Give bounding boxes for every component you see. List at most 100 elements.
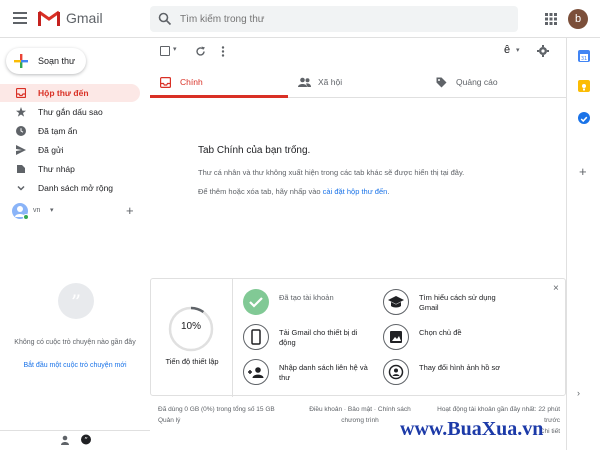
select-all-checkbox[interactable] [160, 46, 170, 56]
task-choose-theme[interactable]: Chọn chủ đề [383, 322, 513, 352]
hint-suffix: . [387, 187, 390, 196]
close-icon[interactable]: × [553, 283, 559, 294]
search-bar[interactable] [150, 6, 518, 32]
mail-toolbar: ▾ ê ▾ [150, 38, 566, 66]
setup-progress-card: 10% Tiến độ thiết lập Đã tạo tài khoản T… [150, 278, 566, 397]
progress-percent: 10% [180, 321, 201, 332]
main-menu-icon[interactable] [13, 12, 27, 24]
tab-primary[interactable]: Chính [150, 66, 288, 98]
calendar-icon[interactable]: 31 [578, 50, 590, 62]
task-label: Chọn chủ đề [419, 328, 462, 337]
sidebar-item-label: Danh sách mở rộng [38, 183, 114, 193]
sidebar-item-label: Thư nháp [38, 164, 75, 174]
hangouts-user[interactable]: vn ▾ + [12, 203, 142, 221]
storage-info: Đã dùng 0 GB (0%) trong tổng số 15 GB Qu… [158, 404, 298, 426]
apps-grid-icon[interactable] [545, 13, 557, 25]
add-addon-icon[interactable]: + [579, 164, 587, 179]
search-icon[interactable] [158, 12, 172, 26]
top-bar: Gmail b [0, 0, 600, 38]
progress-label: Tiến độ thiết lập [165, 357, 219, 366]
hangouts-username: vn [33, 207, 41, 214]
chevron-down-icon [17, 185, 25, 191]
compose-label: Soạn thư [38, 56, 76, 66]
account-avatar[interactable]: b [568, 9, 588, 29]
keep-icon[interactable] [578, 80, 590, 92]
caret-down-icon[interactable]: ▾ [50, 206, 54, 214]
tag-icon [436, 77, 447, 88]
profile-icon [383, 359, 409, 385]
progress-area: 10% Tiến độ thiết lập [151, 279, 233, 397]
search-input[interactable] [180, 10, 500, 28]
sidebar-item-label: Đã gửi [38, 145, 64, 155]
task-label: Tìm hiểu cách sử dụng Gmail [419, 293, 496, 312]
phone-icon [243, 324, 269, 350]
start-chat-link[interactable]: Bắt đầu một cuộc trò chuyện mới [10, 362, 140, 369]
people-icon [298, 77, 311, 87]
sidebar-item-drafts[interactable]: Thư nháp [0, 160, 140, 178]
empty-tab-hint: Để thêm hoặc xóa tab, hãy nhấp vào cài đ… [198, 187, 389, 196]
empty-tab-description: Thư cá nhân và thư không xuất hiện trong… [198, 168, 465, 177]
sidebar-item-label: Thư gắn dấu sao [38, 107, 103, 117]
chat-bubble-icon: ” [58, 283, 94, 319]
main-content: ▾ ê ▾ Chính Xã hội Quảng cáo Tab Chính c… [150, 38, 566, 450]
gmail-logo-icon[interactable] [38, 10, 60, 26]
task-learn-gmail[interactable]: Tìm hiểu cách sử dụng Gmail [383, 287, 513, 317]
app-name: Gmail [66, 10, 103, 26]
plus-icon [14, 54, 28, 68]
task-label: Đã tạo tài khoản [279, 293, 334, 302]
sidebar-item-more[interactable]: Danh sách mở rộng [0, 179, 140, 197]
refresh-icon[interactable] [195, 46, 206, 57]
task-label: Thay đổi hình ảnh hồ sơ [419, 363, 501, 372]
add-chat-icon[interactable]: + [126, 203, 134, 218]
add-person-icon [243, 359, 269, 385]
manage-storage-link[interactable]: Quản lý [158, 417, 180, 424]
side-panel: 31 + › [566, 38, 600, 450]
person-icon[interactable] [60, 435, 70, 445]
watermark: www.BuaXua.vn [400, 418, 544, 440]
more-options-icon[interactable] [221, 46, 225, 57]
inbox-tab-icon [160, 77, 171, 88]
select-dropdown-icon[interactable]: ▾ [173, 45, 177, 53]
category-tabs: Chính Xã hội Quảng cáo [150, 66, 566, 98]
task-mobile-app[interactable]: Tải Gmail cho thiết bị di động [243, 322, 373, 352]
no-chats-text: Không có cuộc trò chuyện nào gần đây [14, 339, 136, 346]
sidebar-bottom-tabs: ” [0, 430, 150, 450]
task-import-contacts[interactable]: Nhập danh sách liên hệ và thư [243, 357, 373, 387]
compose-button[interactable]: Soạn thư [6, 48, 86, 74]
inbox-icon [16, 88, 26, 98]
tab-label: Quảng cáo [456, 77, 498, 87]
task-label: Tải Gmail cho thiết bị di động [279, 328, 358, 347]
tab-label: Xã hội [318, 77, 343, 87]
hangouts-icon[interactable]: ” [80, 434, 92, 446]
sidebar: Soạn thư Hộp thư đến Thư gắn dấu sao Đã … [0, 38, 150, 450]
storage-text: Đã dùng 0 GB (0%) trong tổng số 15 GB [158, 406, 275, 413]
sidebar-item-label: Đã tạm ẩn [38, 126, 78, 136]
task-label: Nhập danh sách liên hệ và thư [279, 363, 368, 382]
star-icon [16, 107, 26, 117]
input-tools-button[interactable]: ê [504, 44, 510, 56]
tab-social[interactable]: Xã hội [288, 66, 426, 98]
empty-tab-title: Tab Chính của bạn trống. [198, 145, 311, 156]
sidebar-item-starred[interactable]: Thư gắn dấu sao [0, 103, 140, 121]
send-icon [16, 145, 26, 155]
settings-gear-icon[interactable] [537, 45, 549, 57]
tasks-icon[interactable] [578, 112, 590, 124]
hint-prefix: Để thêm hoặc xóa tab, hãy nhấp vào [198, 187, 323, 196]
sidebar-item-label: Hộp thư đến [38, 88, 89, 98]
sidebar-item-snoozed[interactable]: Đã tạm ẩn [0, 122, 140, 140]
sidebar-item-inbox[interactable]: Hộp thư đến [0, 84, 140, 102]
task-profile-picture[interactable]: Thay đổi hình ảnh hồ sơ [383, 357, 513, 387]
svg-text:31: 31 [581, 56, 587, 62]
task-account-created: Đã tạo tài khoản [243, 287, 373, 317]
clock-icon [16, 126, 26, 136]
chevron-right-icon[interactable]: › [577, 388, 580, 398]
check-icon [243, 289, 269, 315]
tab-promotions[interactable]: Quảng cáo [426, 66, 564, 98]
input-tools-dropdown-icon[interactable]: ▾ [516, 46, 520, 54]
inbox-settings-link[interactable]: cài đặt hộp thư đến [323, 187, 388, 196]
image-icon [383, 324, 409, 350]
draft-icon [17, 165, 25, 173]
sidebar-item-sent[interactable]: Đã gửi [0, 141, 140, 159]
graduation-cap-icon [383, 289, 409, 315]
svg-text:”: ” [71, 290, 81, 314]
